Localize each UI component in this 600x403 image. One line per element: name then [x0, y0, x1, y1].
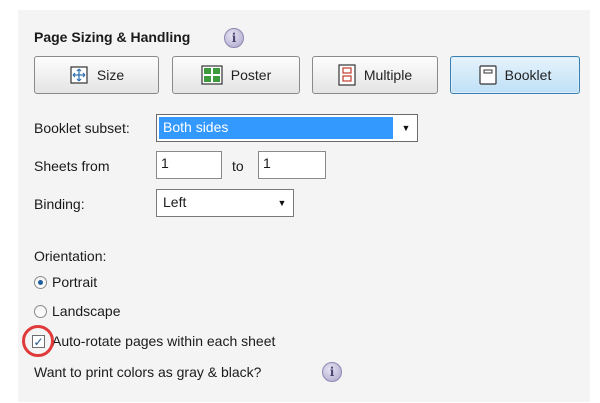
tab-size[interactable]: Size	[34, 56, 159, 94]
info-icon[interactable]: i	[224, 28, 244, 48]
portrait-radio[interactable]	[34, 276, 47, 289]
tab-poster-label: Poster	[230, 67, 272, 83]
tab-poster[interactable]: Poster	[172, 56, 300, 94]
binding-value: Left	[163, 194, 187, 210]
binding-label: Binding:	[34, 196, 85, 212]
chevron-down-icon: ▼	[401, 123, 411, 133]
booklet-subset-value: Both sides	[163, 119, 229, 135]
info-icon[interactable]: i	[322, 362, 342, 382]
landscape-radio[interactable]	[34, 305, 47, 318]
sheets-from-input[interactable]: 1	[156, 151, 222, 179]
tab-booklet[interactable]: Booklet	[450, 56, 580, 94]
gray-print-label: Want to print colors as gray & black?	[34, 364, 262, 380]
tab-multiple-label: Multiple	[363, 67, 413, 83]
booklet-subset-label: Booklet subset:	[34, 120, 130, 136]
chevron-down-icon: ▼	[277, 198, 287, 208]
tab-booklet-label: Booklet	[504, 67, 552, 83]
highlight-circle	[22, 325, 54, 357]
binding-select[interactable]: Left ▼	[156, 189, 294, 217]
booklet-icon	[479, 65, 497, 85]
sheets-from-label: Sheets from	[34, 158, 110, 174]
tab-size-label: Size	[96, 67, 125, 83]
sheets-to-label: to	[232, 158, 244, 174]
sheets-to-input[interactable]: 1	[258, 151, 326, 179]
poster-icon	[201, 65, 223, 85]
tab-multiple[interactable]: Multiple	[312, 56, 438, 94]
landscape-label[interactable]: Landscape	[52, 303, 121, 319]
booklet-subset-select[interactable]: Both sides ▼	[156, 114, 418, 142]
auto-rotate-label[interactable]: Auto-rotate pages within each sheet	[52, 333, 275, 349]
portrait-label[interactable]: Portrait	[52, 274, 97, 290]
orientation-label: Orientation:	[34, 248, 107, 264]
section-title: Page Sizing & Handling	[34, 29, 191, 45]
size-icon	[69, 65, 89, 85]
multiple-icon	[338, 64, 356, 86]
